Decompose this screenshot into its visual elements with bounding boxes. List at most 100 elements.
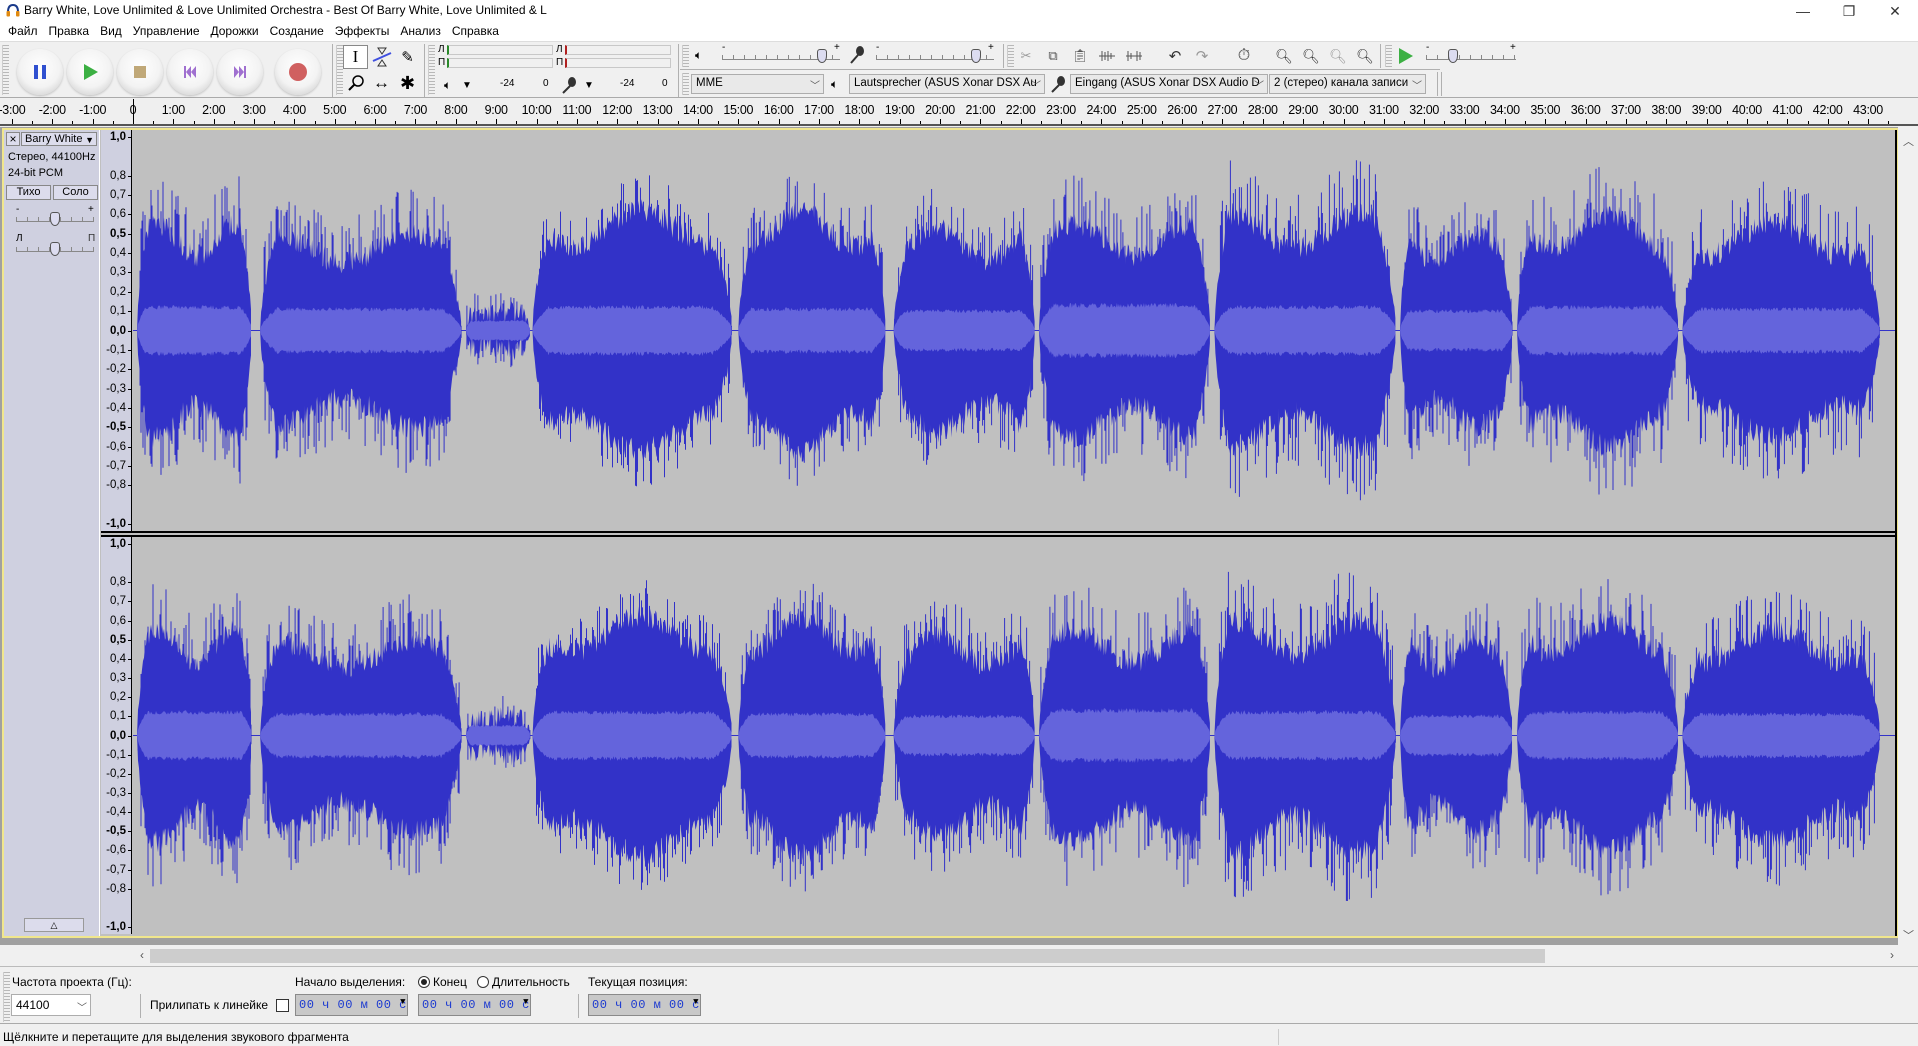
record-meter-left[interactable] [565, 45, 671, 55]
scroll-down-icon[interactable]: ﹀ [1903, 927, 1914, 943]
pan-left-label: Л [16, 233, 23, 244]
mixer-toolbar-grip[interactable] [682, 45, 689, 67]
project-rate-select[interactable]: 44100 ﹀ [11, 994, 91, 1016]
skip-start-button[interactable] [167, 49, 213, 95]
ruler-tick [1706, 119, 1708, 124]
restore-icon: ❐ [1842, 2, 1856, 19]
waveform-svg [133, 571, 1897, 901]
menu-generate[interactable]: Создание [265, 22, 330, 41]
end-radio[interactable] [418, 976, 430, 988]
ruler-minor-tick [1000, 121, 1002, 124]
track-control-panel[interactable]: × Barry White ▼ Стерео, 44100Hz 24-bit PC… [4, 130, 100, 936]
stop-button[interactable] [117, 49, 163, 95]
multi-tool[interactable]: ✱ [395, 71, 420, 95]
output-device-select[interactable]: Lautsprecher (ASUS Xonar DSX Au ﹀ [849, 74, 1045, 94]
minimize-button[interactable]: — [1780, 0, 1826, 22]
fit-selection-button[interactable]: 🔍︎ [1326, 44, 1350, 68]
playback-meter-left[interactable] [447, 45, 553, 55]
sync-lock-button[interactable]: ⏱︎ [1232, 44, 1256, 68]
audio-host-select[interactable]: MME ﹀ [691, 74, 824, 94]
maximize-button[interactable]: ❐ [1826, 0, 1872, 22]
meter-toolbar-grip[interactable] [428, 45, 435, 95]
input-device-select[interactable]: Eingang (ASUS Xonar DSX Audio D ﹀ [1070, 74, 1268, 94]
playback-speed-thumb[interactable] [1448, 49, 1458, 63]
paste-button[interactable]: 📋︎ [1068, 44, 1092, 68]
ruler-tick [899, 119, 901, 124]
playback-meter-right[interactable] [447, 58, 553, 68]
time-shift-tool[interactable]: ↔ [369, 71, 394, 95]
horizontal-scroll-thumb[interactable] [150, 949, 1545, 963]
selection-toolbar-grip[interactable] [3, 972, 10, 1022]
audio-position-time[interactable]: 00 ч 00 м 00 с ▼ [588, 994, 701, 1016]
play-at-speed-button[interactable] [1393, 44, 1417, 68]
envelope-tool[interactable] [369, 45, 394, 69]
fit-project-button[interactable]: 🔍︎ [1353, 44, 1377, 68]
play-head-marker[interactable] [133, 99, 134, 124]
solo-button[interactable]: Соло [53, 185, 98, 200]
play-button[interactable] [67, 49, 113, 95]
playback-meter-dropdown[interactable]: ▼ [462, 80, 472, 91]
redo-button[interactable]: ↷ [1190, 44, 1214, 68]
waveform-rms-area [465, 319, 530, 342]
length-radio[interactable] [477, 976, 489, 988]
mute-button[interactable]: Тихо [6, 185, 51, 200]
ruler-tick [980, 119, 982, 124]
device-toolbar-grip[interactable] [682, 73, 689, 95]
menu-help[interactable]: Справка [447, 22, 505, 41]
selection-end-time[interactable]: 00 ч 00 м 00 с ▼ [418, 994, 531, 1016]
amplitude-tick [128, 175, 131, 177]
menu-tracks[interactable]: Дорожки [206, 22, 265, 41]
edit-toolbar-grip[interactable] [1007, 45, 1014, 67]
record-meter-dropdown[interactable]: ▼ [584, 80, 594, 91]
menu-edit[interactable]: Правка [44, 22, 96, 41]
selection-start-time[interactable]: 00 ч 00 м 00 с ▼ [295, 994, 408, 1016]
track-name-menu[interactable]: Barry White ▼ [21, 132, 97, 146]
menu-file[interactable]: Файл [3, 22, 44, 41]
trim-outside-icon [1099, 51, 1115, 61]
trim-outside-button[interactable] [1095, 44, 1119, 68]
trim-audio-button[interactable]: ✂ [1014, 44, 1038, 68]
playback-speed-slider[interactable] [1426, 52, 1516, 60]
zoom-out-button[interactable]: 🔍︎ [1299, 44, 1323, 68]
menu-view[interactable]: Вид [95, 22, 128, 41]
menu-effects[interactable]: Эффекты [330, 22, 396, 41]
scroll-up-icon[interactable]: ︿ [1903, 133, 1914, 149]
snap-to-checkbox[interactable] [276, 999, 289, 1012]
ruler-label: 28:00 [1247, 103, 1278, 117]
timeline-ruler[interactable]: -3:00-2:00-1:0001:002:003:004:005:006:00… [0, 99, 1918, 126]
vertical-ruler-left-channel[interactable]: 1,0 0,8 0,7 0,6 0,5 0,4 0,3 0,2 0,1 0,0 -0,1 -0,2 -0… [101, 130, 132, 531]
collapse-track-button[interactable]: △ [24, 918, 84, 932]
record-volume-thumb[interactable] [971, 49, 982, 63]
scroll-left-icon[interactable]: ‹ [140, 948, 144, 962]
vertical-scrollbar[interactable]: ︿ ﹀ [1898, 127, 1918, 945]
play-at-speed-grip[interactable] [1385, 45, 1392, 67]
ruler-tick [1343, 119, 1345, 124]
menu-transport[interactable]: Управление [128, 22, 206, 41]
gain-slider-thumb[interactable] [50, 212, 60, 226]
silence-button[interactable] [1122, 44, 1146, 68]
waveform-right-channel[interactable] [133, 537, 1897, 934]
scroll-right-icon[interactable]: › [1890, 948, 1894, 962]
pause-button[interactable] [17, 49, 63, 95]
draw-tool[interactable]: ✎ [395, 45, 420, 69]
track-close-button[interactable]: × [6, 132, 20, 146]
playback-volume-thumb[interactable] [817, 49, 828, 63]
close-button[interactable]: ✕ [1872, 0, 1918, 22]
zoom-tool[interactable] [343, 71, 368, 95]
selection-tool[interactable]: I [343, 45, 368, 69]
silence-audio-button[interactable]: ⧉ [1041, 44, 1065, 68]
ruler-label: 19:00 [884, 103, 915, 117]
record-meter-right[interactable] [565, 58, 671, 68]
horizontal-scrollbar[interactable]: ‹ › [0, 945, 1918, 967]
skip-end-button[interactable] [217, 49, 263, 95]
vertical-ruler-right-channel[interactable]: 1,0 0,8 0,7 0,6 0,5 0,4 0,3 0,2 0,1 0,0 -0,1 -0,2 -0… [101, 537, 132, 934]
menu-analyze[interactable]: Анализ [395, 22, 447, 41]
transport-toolbar-grip[interactable] [2, 45, 9, 95]
zoom-in-button[interactable]: 🔍︎ [1272, 44, 1296, 68]
tools-toolbar-grip[interactable] [336, 45, 343, 95]
waveform-left-channel[interactable] [133, 130, 1897, 531]
pan-slider-thumb[interactable] [50, 242, 60, 256]
record-button[interactable] [275, 49, 321, 95]
undo-button[interactable]: ↶ [1163, 44, 1187, 68]
input-channels-select[interactable]: 2 (стерео) канала записи ﹀ [1269, 74, 1426, 94]
